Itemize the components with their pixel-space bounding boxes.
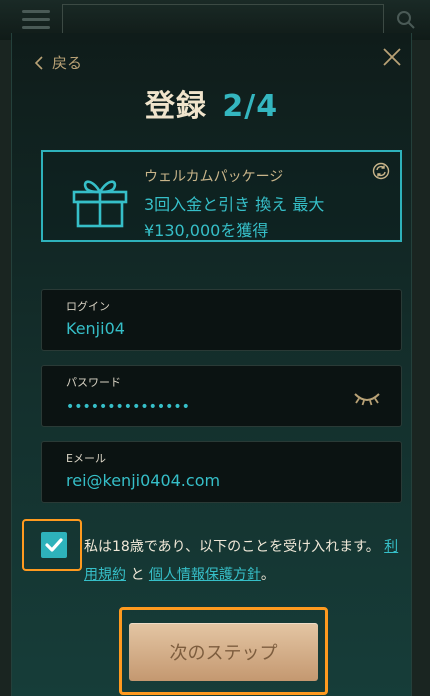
terms-and: と [126, 567, 149, 583]
background-logo [62, 4, 384, 35]
login-input[interactable]: Kenji04 [66, 319, 125, 338]
next-step-button[interactable]: 次のステップ [129, 623, 318, 681]
promo-offer: 3回入金と引き 換え 最大 ¥130,000を獲得 [144, 192, 324, 244]
email-label: Eメール [66, 452, 106, 465]
terms-end: 。 [260, 567, 275, 583]
promo-line-1: 3回入金と引き 換え 最大 [144, 195, 325, 214]
email-input[interactable]: rei@kenji0404.com [66, 471, 220, 490]
background-right [412, 40, 430, 696]
login-field[interactable]: ログイン Kenji04 [41, 289, 402, 351]
next-button-highlight: 次のステップ [119, 607, 328, 695]
promo-subtitle: ウェルカムパッケージ [144, 169, 284, 185]
privacy-policy-link[interactable]: 個人情報保護方針 [149, 567, 261, 583]
chevron-left-icon [34, 55, 43, 70]
gift-icon [72, 180, 128, 228]
menu-icon [22, 10, 50, 30]
page-title: 登録 2/4 [12, 81, 411, 125]
password-input[interactable]: ••••••••••••••• [66, 399, 190, 415]
background-left [0, 40, 11, 696]
back-label: 戻る [52, 54, 83, 72]
age-terms-checkbox[interactable] [41, 532, 67, 558]
terms-statement: 私は18歳であり、以下のことを受け入れます。 [84, 539, 380, 555]
close-icon[interactable] [381, 46, 403, 68]
terms-text: 私は18歳であり、以下のことを受け入れます。 利用規約 と 個人情報保護方針。 [84, 533, 404, 589]
eye-closed-icon[interactable] [353, 390, 381, 406]
registration-modal: 戻る 登録 2/4 ウェルカムパッケージ 3回入金と引き 換え 最大 ¥130,… [11, 33, 412, 696]
search-icon [397, 11, 415, 29]
switch-offer-icon[interactable] [372, 162, 390, 180]
welcome-package-banner[interactable]: ウェルカムパッケージ 3回入金と引き 換え 最大 ¥130,000を獲得 [41, 150, 402, 242]
promo-line-2: ¥130,000を獲得 [144, 221, 269, 240]
checkbox-highlight [22, 519, 82, 571]
step-indicator: 2/4 [222, 89, 279, 124]
title-text: 登録 [144, 89, 207, 124]
checkmark-icon [45, 538, 63, 552]
back-button[interactable]: 戻る [34, 52, 82, 73]
email-field[interactable]: Eメール rei@kenji0404.com [41, 441, 402, 503]
login-label: ログイン [66, 300, 110, 313]
password-label: パスワード [66, 376, 121, 389]
password-field[interactable]: パスワード ••••••••••••••• [41, 365, 402, 427]
